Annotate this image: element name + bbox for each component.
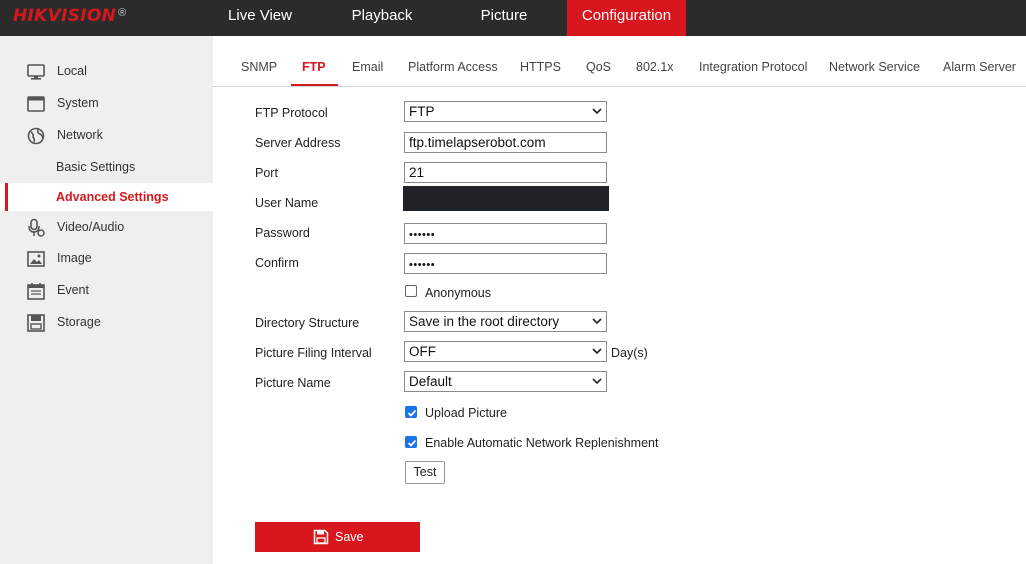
sidebar-item-storage[interactable]: Storage — [0, 309, 213, 337]
tab-alarm-server[interactable]: Alarm Server — [943, 60, 1016, 74]
server-address-input[interactable]: ftp.timelapserobot.com — [404, 132, 607, 153]
tab-802-1x[interactable]: 802.1x — [636, 60, 674, 74]
directory-structure-label: Directory Structure — [255, 316, 360, 330]
checkmark-icon — [407, 439, 417, 447]
sidebar-item-network[interactable]: Network — [0, 122, 213, 150]
user-name-input[interactable] — [403, 186, 609, 211]
registered-mark: ® — [118, 7, 127, 19]
confirm-value: •••••• — [409, 259, 436, 271]
nav-live-view[interactable]: Live View — [214, 0, 306, 36]
top-navigation-bar: HIKVISION ® Live View Playback Picture C… — [0, 0, 1026, 36]
user-name-label: User Name — [255, 196, 319, 210]
active-indicator — [5, 183, 8, 211]
calendar-icon — [27, 283, 45, 300]
directory-structure-select[interactable]: Save in the root directory — [404, 311, 607, 332]
port-label: Port — [255, 166, 278, 180]
directory-structure-value: Save in the root directory — [409, 314, 560, 329]
confirm-label: Confirm — [255, 256, 299, 270]
nav-picture[interactable]: Picture — [460, 0, 548, 36]
tab-https[interactable]: HTTPS — [520, 60, 561, 74]
sidebar-item-event[interactable]: Event — [0, 277, 213, 305]
anonymous-label: Anonymous — [425, 286, 492, 300]
ftp-protocol-value: FTP — [409, 104, 435, 119]
picture-filing-interval-label: Picture Filing Interval — [255, 346, 372, 360]
hikvision-logo: HIKVISION ® — [13, 6, 126, 28]
sidebar-item-label: Video/Audio — [57, 220, 125, 234]
enable-replenishment-label: Enable Automatic Network Replenishment — [425, 436, 659, 450]
microphone-camera-icon — [28, 218, 45, 237]
save-button[interactable]: Save — [255, 522, 420, 552]
sidebar-item-label: Storage — [57, 315, 101, 329]
sidebar-item-local[interactable]: Local — [0, 58, 213, 86]
password-label: Password — [255, 226, 310, 240]
picture-filing-interval-select[interactable]: OFF — [404, 341, 607, 362]
nav-playback[interactable]: Playback — [336, 0, 428, 36]
interval-unit-label: Day(s) — [611, 346, 648, 360]
logo-text: HIKVISION — [13, 6, 117, 26]
sidebar-item-label: Basic Settings — [56, 160, 136, 174]
checkmark-icon — [407, 409, 417, 417]
sidebar-item-image[interactable]: Image — [0, 245, 213, 273]
tab-network-service[interactable]: Network Service — [829, 60, 920, 74]
password-value: •••••• — [409, 229, 436, 241]
sidebar-item-basic-settings[interactable]: Basic Settings — [0, 153, 213, 181]
password-input[interactable]: •••••• — [404, 223, 607, 244]
sidebar-item-label: System — [57, 96, 99, 110]
sidebar-item-label: Event — [57, 283, 89, 297]
settings-tabs: SNMP FTP Email Platform Access HTTPS QoS… — [213, 36, 1026, 87]
chevron-down-icon — [592, 348, 602, 355]
tab-ftp[interactable]: FTP — [302, 60, 326, 74]
sidebar-item-label: Image — [57, 251, 92, 265]
monitor-icon — [27, 64, 45, 80]
server-address-value: ftp.timelapserobot.com — [409, 135, 546, 150]
sidebar-item-label: Advanced Settings — [56, 190, 169, 204]
chevron-down-icon — [592, 108, 602, 115]
upload-picture-label: Upload Picture — [425, 406, 507, 420]
image-icon — [27, 251, 45, 267]
port-input[interactable]: 21 — [404, 162, 607, 183]
globe-icon — [27, 127, 45, 145]
server-address-label: Server Address — [255, 136, 341, 150]
sidebar: Local System Network Basic Settings Adva… — [0, 36, 213, 564]
tab-integration-protocol[interactable]: Integration Protocol — [699, 60, 807, 74]
tab-qos[interactable]: QoS — [586, 60, 611, 74]
tab-email[interactable]: Email — [352, 60, 383, 74]
sidebar-item-video-audio[interactable]: Video/Audio — [0, 214, 213, 242]
upload-picture-checkbox[interactable] — [405, 406, 417, 418]
tab-snmp[interactable]: SNMP — [241, 60, 277, 74]
active-tab-underline — [291, 84, 338, 86]
test-button[interactable]: Test — [405, 461, 445, 484]
anonymous-checkbox[interactable] — [405, 285, 417, 297]
confirm-password-input[interactable]: •••••• — [404, 253, 607, 274]
chevron-down-icon — [592, 318, 602, 325]
picture-name-value: Default — [409, 374, 452, 389]
picture-name-label: Picture Name — [255, 376, 331, 390]
save-button-label: Save — [335, 530, 364, 544]
nav-configuration[interactable]: Configuration — [567, 0, 686, 36]
port-value: 21 — [409, 165, 425, 180]
sidebar-item-label: Network — [57, 128, 103, 142]
tab-platform-access[interactable]: Platform Access — [408, 60, 498, 74]
storage-icon — [27, 314, 45, 332]
sidebar-item-advanced-settings[interactable]: Advanced Settings — [0, 183, 213, 211]
picture-name-select[interactable]: Default — [404, 371, 607, 392]
picture-filing-interval-value: OFF — [409, 344, 436, 359]
window-icon — [27, 96, 45, 112]
sidebar-item-label: Local — [57, 64, 87, 78]
ftp-protocol-label: FTP Protocol — [255, 106, 328, 120]
enable-replenishment-checkbox[interactable] — [405, 436, 417, 448]
chevron-down-icon — [592, 378, 602, 385]
ftp-protocol-select[interactable]: FTP — [404, 101, 607, 122]
sidebar-item-system[interactable]: System — [0, 90, 213, 118]
save-icon — [313, 529, 329, 545]
